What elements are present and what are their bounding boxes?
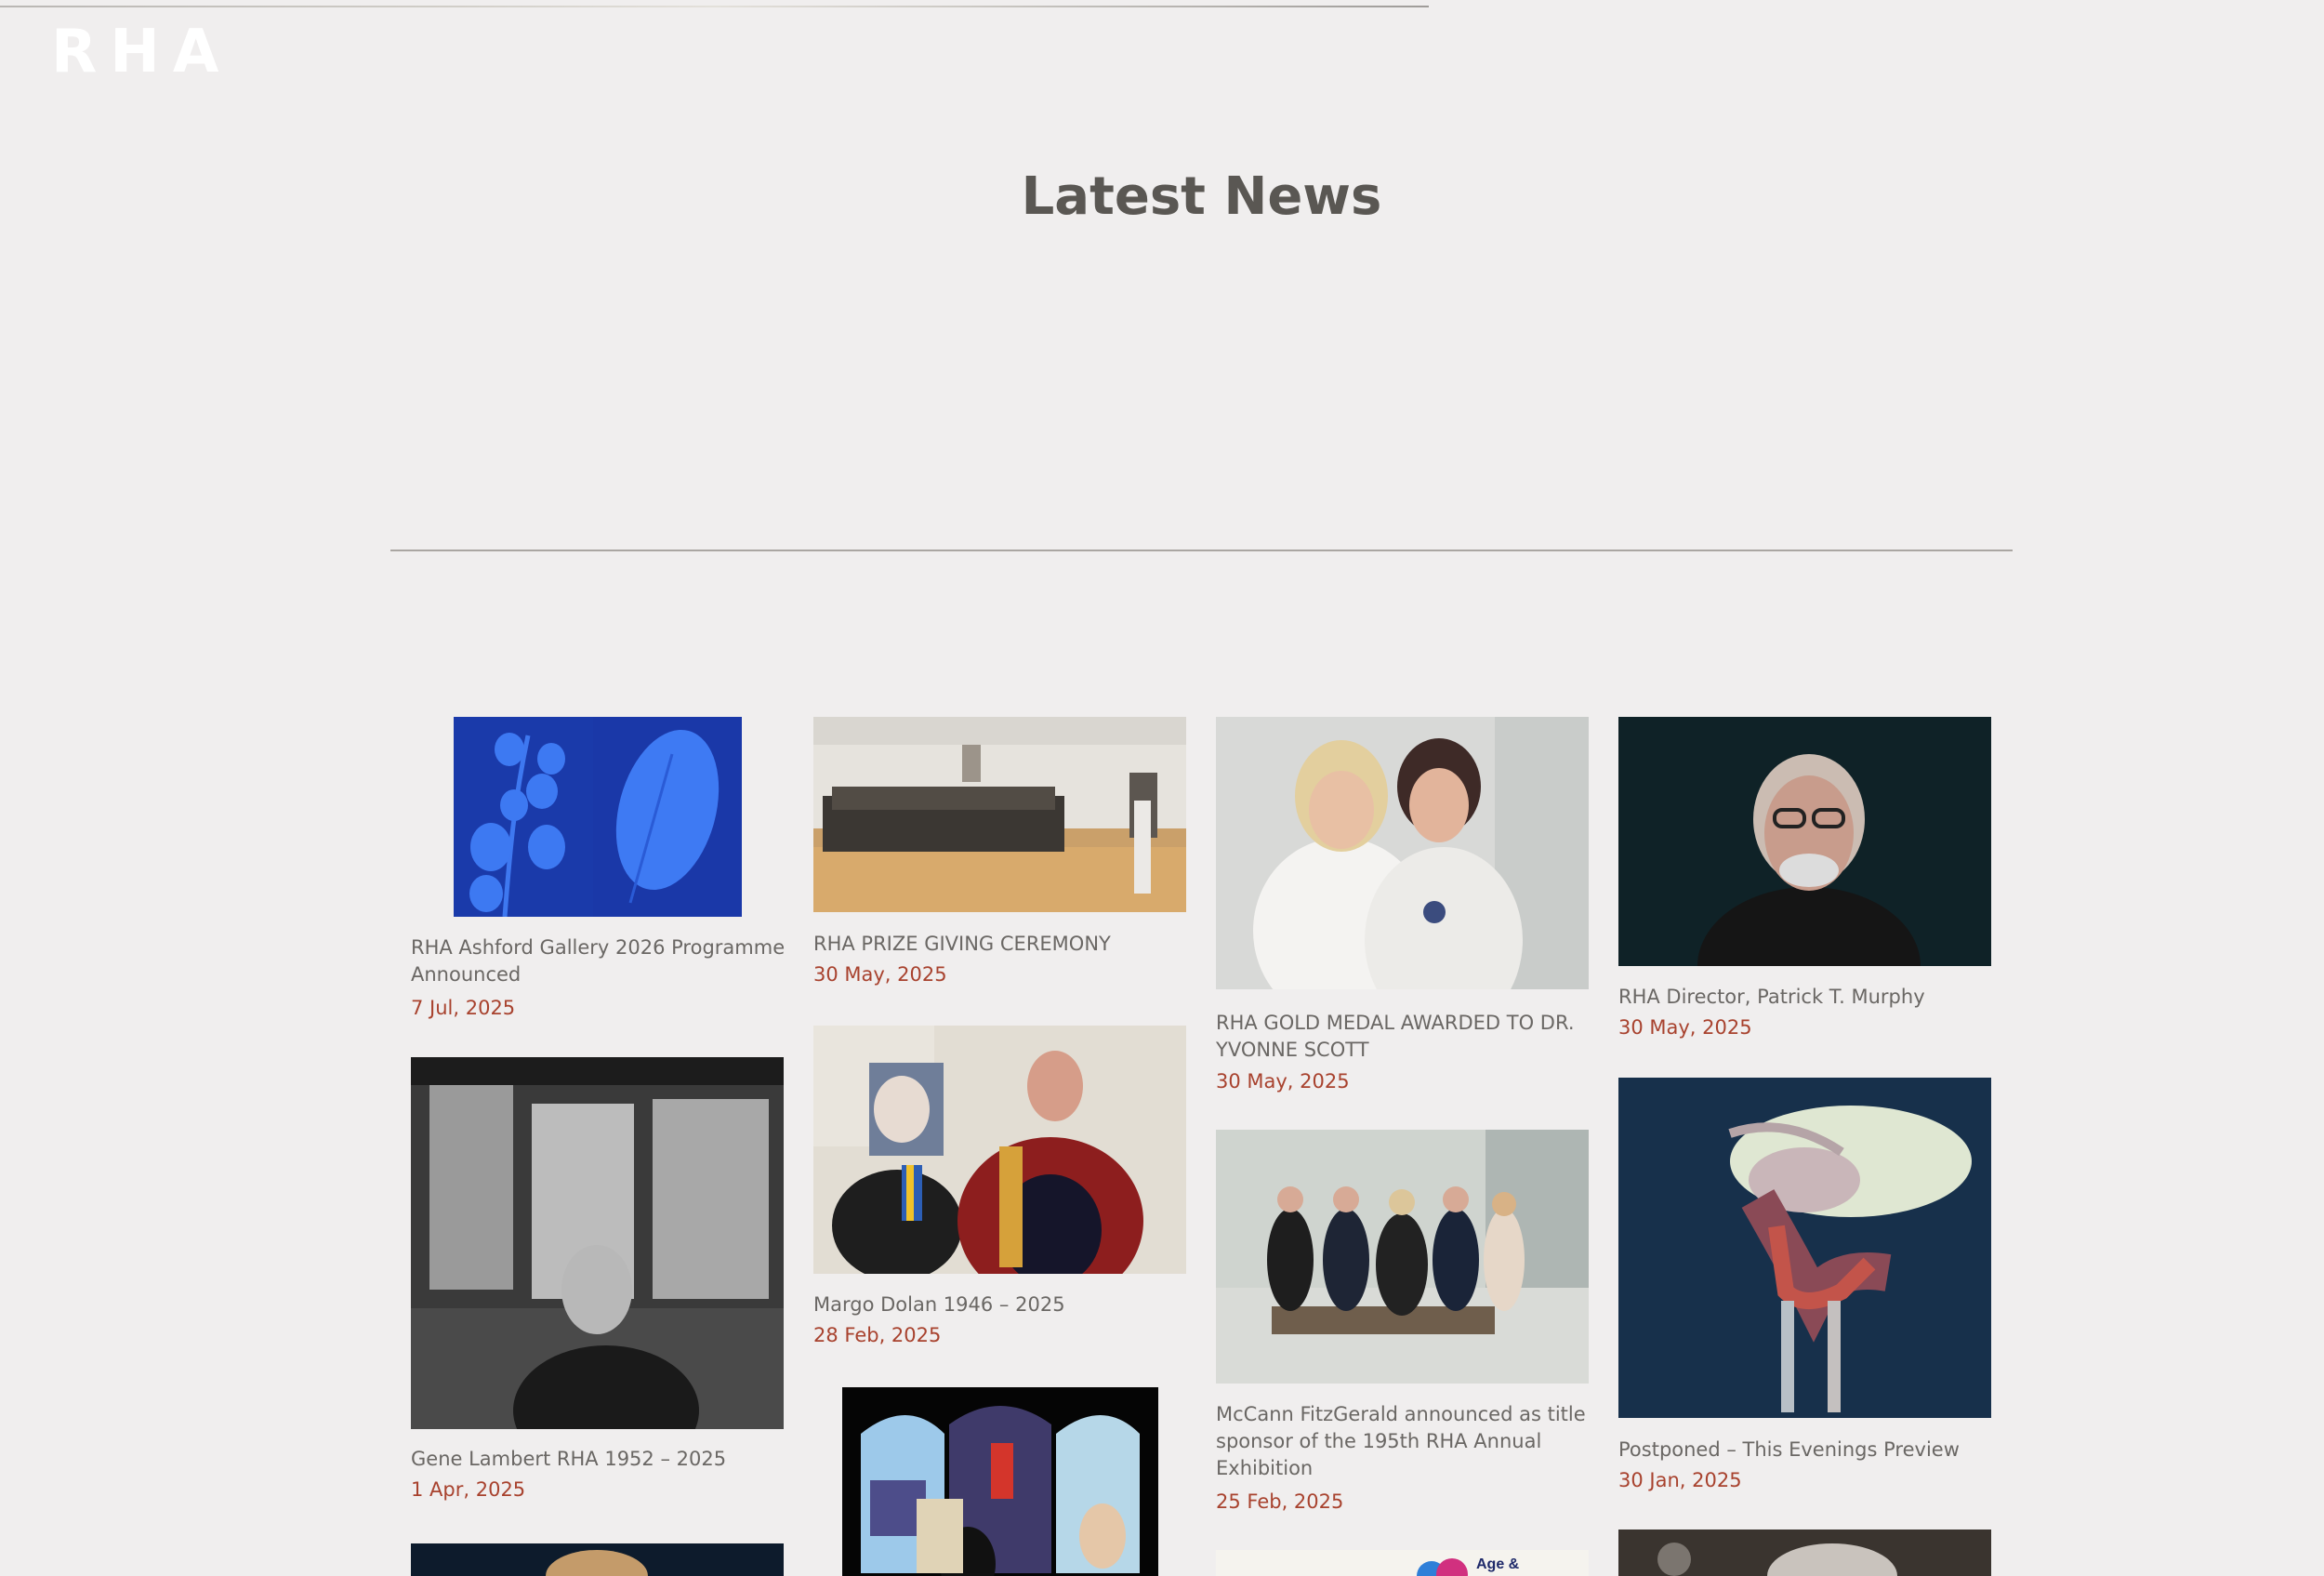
news-title[interactable]: RHA GOLD MEDAL AWARDED TO DR. YVONNE SCO… xyxy=(1216,1010,1597,1064)
news-card[interactable]: Gene Lambert RHA 1952 – 2025 1 Apr, 2025 xyxy=(411,1057,784,1513)
partial-thumb-text: Age & xyxy=(1476,1556,1520,1572)
news-title[interactable]: Postponed – This Evenings Preview xyxy=(1618,1437,2000,1463)
news-title[interactable]: Gene Lambert RHA 1952 – 2025 xyxy=(411,1446,792,1473)
news-title[interactable]: McCann FitzGerald announced as title spo… xyxy=(1216,1401,1597,1482)
news-title[interactable]: Margo Dolan 1946 – 2025 xyxy=(813,1291,1195,1318)
news-thumbnail[interactable] xyxy=(1618,1530,1991,1576)
news-date: 28 Feb, 2025 xyxy=(813,1324,942,1346)
news-card[interactable]: RHA Director, Patrick T. Murphy 30 May, … xyxy=(1618,717,1991,1052)
rha-logo[interactable]: RHA xyxy=(51,19,231,86)
news-card[interactable]: RHA PRIZE GIVING CEREMONY 30 May, 2025 xyxy=(813,717,1186,996)
news-title[interactable]: RHA Director, Patrick T. Murphy xyxy=(1618,984,2000,1011)
news-thumbnail[interactable] xyxy=(1618,717,1991,966)
news-card[interactable] xyxy=(842,1387,1214,1576)
news-date: 30 Jan, 2025 xyxy=(1618,1469,1742,1491)
news-date: 30 May, 2025 xyxy=(1216,1070,1350,1093)
news-card[interactable] xyxy=(411,1543,784,1576)
news-thumbnail[interactable] xyxy=(813,717,1186,912)
page-title: Latest News xyxy=(1021,166,1382,227)
news-thumbnail[interactable] xyxy=(411,1543,784,1576)
news-card[interactable]: RHA GOLD MEDAL AWARDED TO DR. YVONNE SCO… xyxy=(1216,717,1589,1098)
news-thumbnail[interactable] xyxy=(842,1387,1158,1576)
news-thumbnail[interactable] xyxy=(1618,1078,1991,1418)
news-card[interactable]: McCann FitzGerald announced as title spo… xyxy=(1216,1130,1589,1520)
news-thumbnail[interactable] xyxy=(454,717,742,917)
news-date: 30 May, 2025 xyxy=(813,963,947,986)
news-date: 30 May, 2025 xyxy=(1618,1016,1752,1039)
news-card[interactable]: Margo Dolan 1946 – 2025 28 Feb, 2025 xyxy=(813,1026,1186,1360)
news-thumbnail[interactable] xyxy=(813,1026,1186,1274)
news-card[interactable] xyxy=(1618,1530,1991,1576)
section-divider xyxy=(390,550,2013,551)
news-thumbnail[interactable]: Age & xyxy=(1216,1550,1589,1576)
news-title[interactable]: RHA PRIZE GIVING CEREMONY xyxy=(813,931,1195,958)
news-thumbnail[interactable] xyxy=(1216,717,1589,989)
news-thumbnail[interactable] xyxy=(411,1057,784,1429)
news-title[interactable]: RHA Ashford Gallery 2026 Programme Annou… xyxy=(411,934,792,988)
news-date: 1 Apr, 2025 xyxy=(411,1478,526,1501)
news-card[interactable]: RHA Ashford Gallery 2026 Programme Annou… xyxy=(411,717,785,1024)
news-card[interactable]: Postponed – This Evenings Preview 30 Jan… xyxy=(1618,1078,1991,1505)
news-thumbnail[interactable] xyxy=(1216,1130,1589,1384)
news-date: 25 Feb, 2025 xyxy=(1216,1490,1344,1513)
news-card[interactable]: Age & xyxy=(1216,1550,1589,1576)
news-date: 7 Jul, 2025 xyxy=(411,997,516,1019)
top-progress-line xyxy=(0,6,1429,7)
